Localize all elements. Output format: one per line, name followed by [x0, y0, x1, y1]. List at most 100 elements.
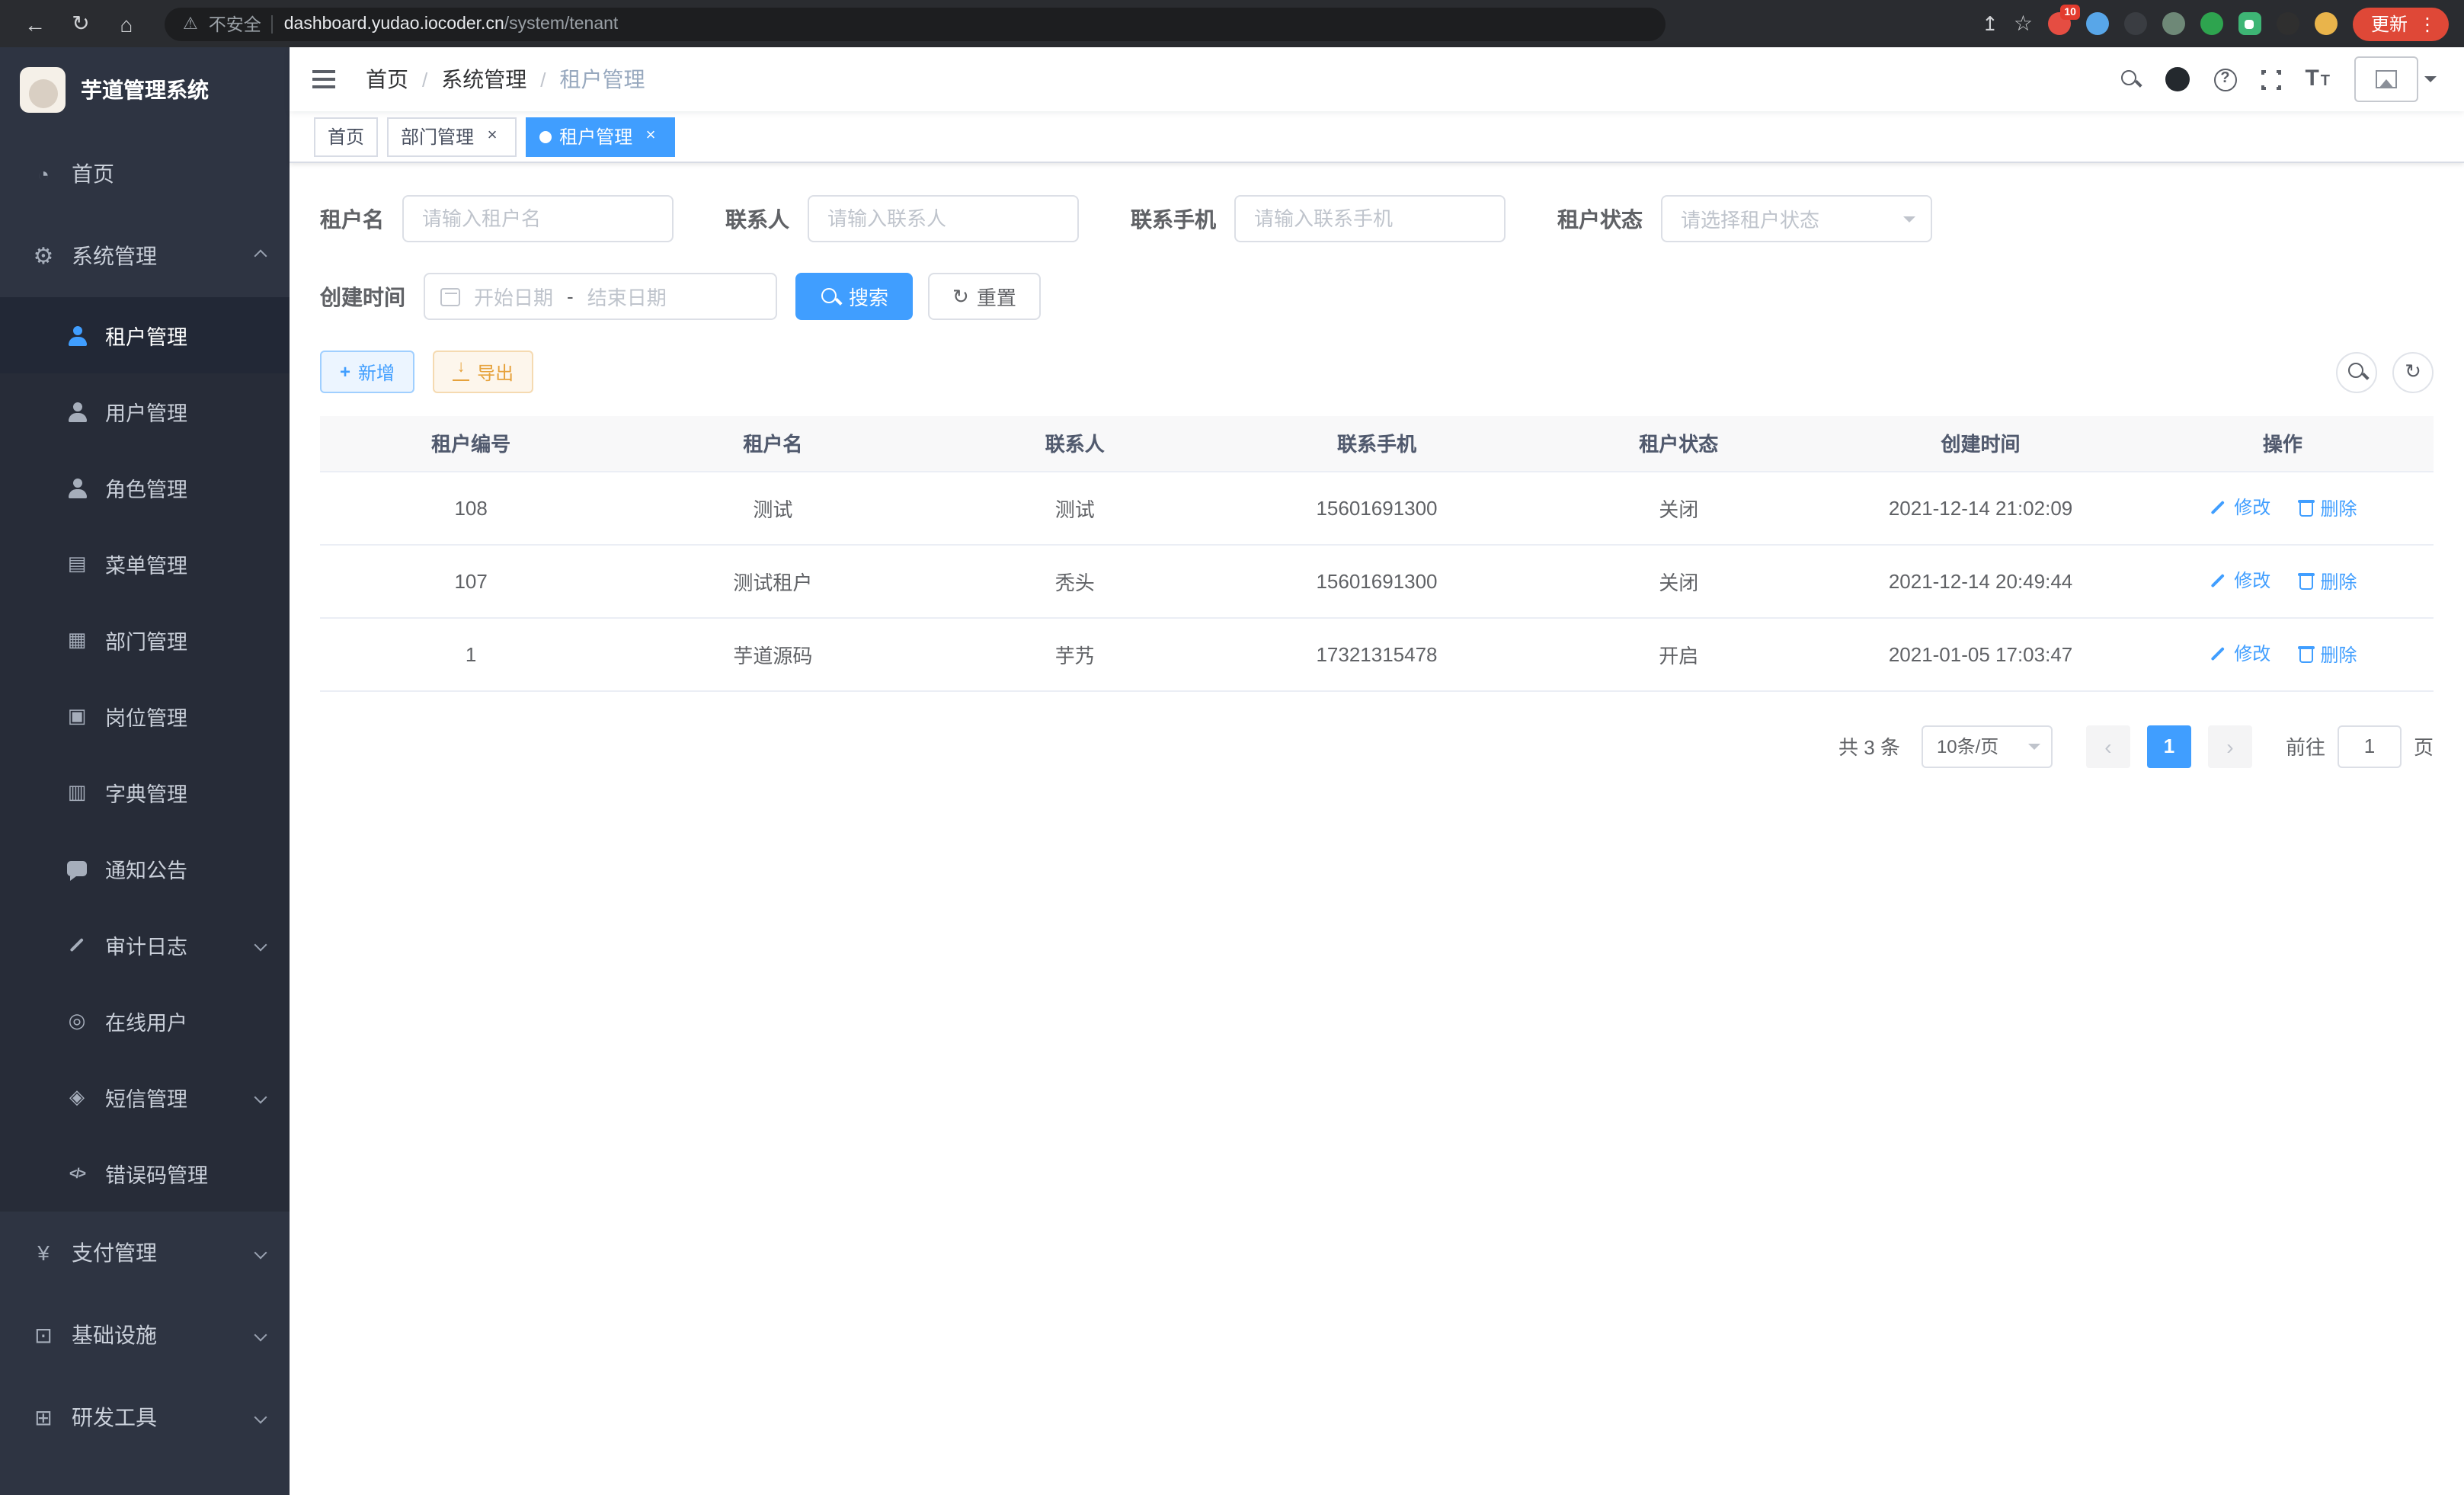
- main-area: 首页 系统管理 租户管理: [290, 47, 2464, 1495]
- avatar-dropdown[interactable]: [2354, 56, 2437, 102]
- search-icon[interactable]: [2119, 69, 2140, 90]
- github-icon[interactable]: [2165, 67, 2189, 91]
- delete-link[interactable]: 删除: [2297, 495, 2357, 520]
- goto-page-input[interactable]: [2338, 725, 2402, 767]
- sidebar-item-dept[interactable]: 部门管理: [0, 602, 290, 678]
- browser-reload-icon[interactable]: [61, 4, 101, 43]
- pagination: 共 3 条 10条/页 1 前往 页: [320, 725, 2434, 767]
- search-icon: [820, 286, 841, 307]
- browser-update-button[interactable]: 更新: [2353, 7, 2449, 40]
- extension-icon-red[interactable]: 10: [2048, 12, 2071, 35]
- sidebar-logo[interactable]: 芋道管理系统: [0, 47, 290, 133]
- delete-label: 删除: [2320, 568, 2357, 594]
- extension-icon-green-square[interactable]: [2238, 12, 2261, 35]
- sidebar-item-infrastructure[interactable]: 基础设施: [0, 1294, 290, 1376]
- chevron-up-icon: [254, 250, 267, 263]
- browser-actions: 10 更新: [1982, 7, 2449, 40]
- tag-dept[interactable]: 部门管理: [387, 117, 517, 156]
- extension-icon-blue[interactable]: [2086, 12, 2109, 35]
- edit-icon: [2208, 643, 2228, 663]
- sidebar-fold-icon[interactable]: [312, 78, 335, 81]
- phone-input[interactable]: [1234, 195, 1506, 242]
- date-separator: -: [567, 285, 574, 308]
- cell-status: 关闭: [1528, 471, 1829, 544]
- sidebar-item-label: 审计日志: [105, 930, 187, 960]
- contact-input[interactable]: [808, 195, 1079, 242]
- sidebar-item-errorcode[interactable]: 错误码管理: [0, 1135, 290, 1212]
- sidebar-item-payment[interactable]: 支付管理: [0, 1212, 290, 1294]
- close-icon[interactable]: [640, 126, 661, 147]
- edit-link[interactable]: 修改: [2208, 494, 2270, 520]
- tenant-name-input[interactable]: [402, 195, 674, 242]
- delete-link[interactable]: 删除: [2297, 568, 2357, 594]
- browser-back-icon[interactable]: [15, 4, 55, 43]
- sidebar-item-home[interactable]: 首页: [0, 133, 290, 215]
- trash-icon: [2297, 498, 2314, 517]
- chevron-down-icon: [254, 939, 267, 952]
- extension-icon-sage[interactable]: [2162, 12, 2185, 35]
- table-header-row: 租户编号 租户名 联系人 联系手机 租户状态 创建时间 操作: [320, 416, 2434, 471]
- sidebar-item-online[interactable]: 在线用户: [0, 983, 290, 1059]
- cell-tenant-id: 1: [320, 617, 622, 690]
- breadcrumb-home[interactable]: 首页: [366, 64, 408, 94]
- sidebar: 芋道管理系统 首页 系统管理 租户管理: [0, 47, 290, 1495]
- date-range-picker[interactable]: 开始日期 - 结束日期: [424, 273, 777, 320]
- sidebar-item-post[interactable]: 岗位管理: [0, 678, 290, 754]
- add-button[interactable]: 新增: [320, 351, 414, 393]
- close-icon[interactable]: [482, 126, 503, 147]
- page-size-select[interactable]: 10条/页: [1922, 725, 2053, 767]
- sidebar-item-label: 通知公告: [105, 853, 187, 884]
- next-page-button[interactable]: [2208, 725, 2252, 767]
- toggle-search-button[interactable]: [2336, 351, 2377, 392]
- sidebar-item-menu[interactable]: 菜单管理: [0, 526, 290, 602]
- export-button[interactable]: 导出: [433, 351, 533, 393]
- date-start-placeholder: 开始日期: [474, 282, 553, 311]
- bookmark-star-icon[interactable]: [2014, 10, 2033, 37]
- trash-icon: [2297, 645, 2314, 663]
- sidebar-item-system[interactable]: 系统管理: [0, 215, 290, 297]
- reset-button[interactable]: 重置: [928, 273, 1041, 320]
- sidebar-item-notice[interactable]: 通知公告: [0, 831, 290, 907]
- delete-link[interactable]: 删除: [2297, 641, 2357, 667]
- tag-tenant-active[interactable]: 租户管理: [526, 117, 675, 156]
- share-icon[interactable]: [1982, 10, 1998, 37]
- address-bar[interactable]: 不安全 dashboard.yudao.iocoder.cn/system/te…: [165, 7, 1666, 40]
- extension-icon-dark[interactable]: [2124, 12, 2147, 35]
- sidebar-item-role[interactable]: 角色管理: [0, 450, 290, 526]
- font-size-icon[interactable]: [2305, 66, 2330, 93]
- sidebar-item-sms[interactable]: 短信管理: [0, 1059, 290, 1135]
- extension-icon-yellow[interactable]: [2315, 12, 2338, 35]
- sidebar-item-user[interactable]: 用户管理: [0, 373, 290, 450]
- users-icon: [67, 325, 87, 345]
- tag-home[interactable]: 首页: [314, 117, 378, 156]
- filter-tenant-name: 租户名: [320, 195, 674, 242]
- sidebar-item-auditlog[interactable]: 审计日志: [0, 907, 290, 983]
- sidebar-item-tenant[interactable]: 租户管理: [0, 297, 290, 373]
- sidebar-item-dict[interactable]: 字典管理: [0, 754, 290, 831]
- extension-icon-pretzel[interactable]: [2277, 12, 2299, 35]
- page-size-value: 10条/页: [1937, 733, 1998, 759]
- security-label: 不安全: [209, 11, 261, 36]
- calendar-icon: [440, 287, 460, 306]
- status-select[interactable]: 请选择租户状态: [1661, 195, 1932, 242]
- fullscreen-icon[interactable]: [2261, 69, 2280, 89]
- cell-tenant-name: 芋道源码: [622, 617, 923, 690]
- browser-menu-kebab-icon[interactable]: [2418, 13, 2437, 34]
- extension-icon-green-circle[interactable]: [2200, 12, 2223, 35]
- edit-link[interactable]: 修改: [2208, 567, 2270, 593]
- search-button[interactable]: 搜索: [795, 273, 913, 320]
- goto-label: 前往: [2286, 731, 2325, 760]
- sidebar-item-label: 角色管理: [105, 472, 187, 503]
- extension-glyph: [2245, 19, 2254, 28]
- browser-home-icon[interactable]: [107, 4, 146, 43]
- help-icon[interactable]: [2213, 68, 2236, 91]
- status-placeholder: 请选择租户状态: [1681, 204, 1819, 233]
- edit-link[interactable]: 修改: [2208, 640, 2270, 666]
- refresh-button[interactable]: [2392, 351, 2434, 392]
- message-bubble-icon: [67, 861, 87, 876]
- sidebar-item-devtools[interactable]: 研发工具: [0, 1376, 290, 1458]
- breadcrumb-system[interactable]: 系统管理: [441, 64, 526, 94]
- page-1-button[interactable]: 1: [2147, 725, 2191, 767]
- url-domain: dashboard.yudao.iocoder.cn: [284, 14, 504, 33]
- prev-page-button[interactable]: [2086, 725, 2130, 767]
